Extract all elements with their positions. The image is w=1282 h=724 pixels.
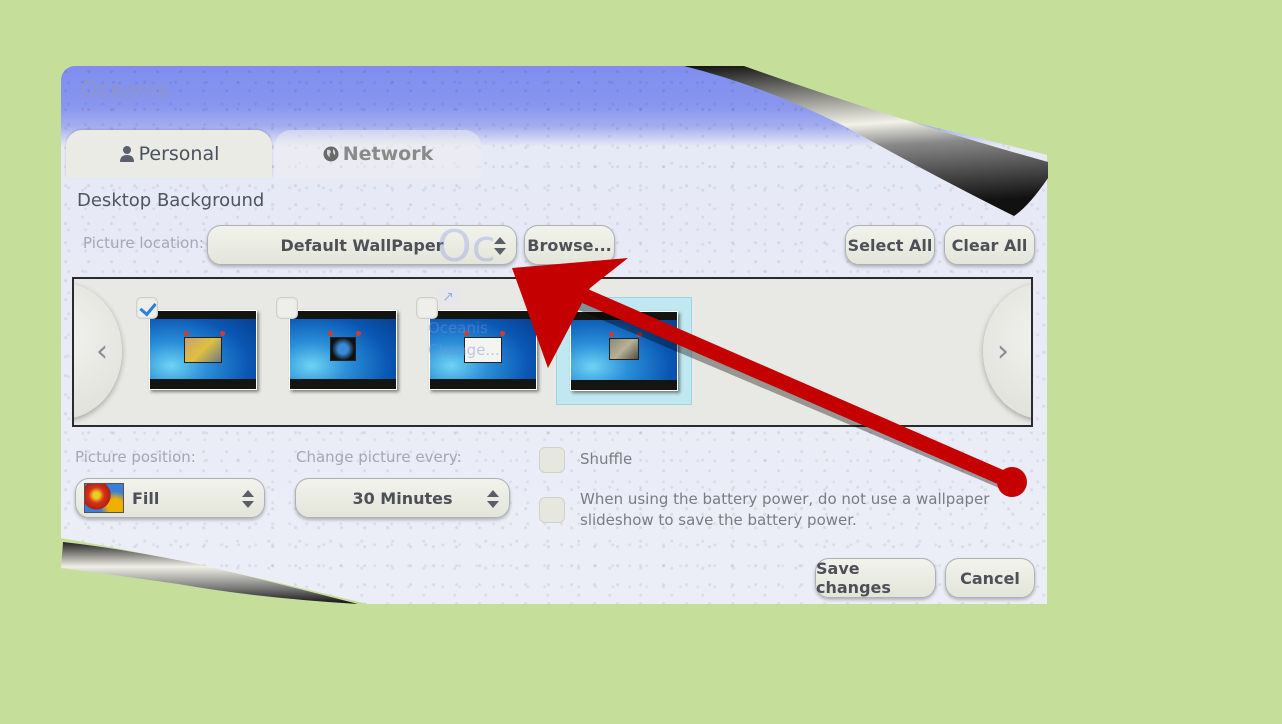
wallpaper-thumbnail[interactable]	[276, 297, 412, 405]
chevron-right-icon: ›	[997, 333, 1009, 369]
change-interval-value: 30 Minutes	[352, 488, 453, 508]
gallery-prev-button[interactable]: ‹	[74, 283, 122, 419]
ghost-label: Oceanis Change...	[428, 319, 500, 359]
change-interval-dropdown[interactable]: 30 Minutes	[295, 478, 510, 518]
save-changes-button[interactable]: Save changes	[815, 558, 936, 598]
wallpaper-thumbnail[interactable]: ↗ Oceanis Change...	[416, 287, 552, 405]
browse-button[interactable]: Browse...	[524, 225, 615, 265]
battery-label: When using the battery power, do not use…	[580, 490, 990, 529]
fill-thumbnail-icon	[84, 483, 124, 513]
updown-icon	[487, 490, 499, 508]
shortcut-arrow-icon: ↗	[438, 287, 458, 307]
chevron-left-icon: ‹	[96, 333, 108, 369]
picture-position-dropdown[interactable]: Fill	[75, 478, 265, 518]
updown-icon	[242, 490, 254, 508]
wallpaper-checkbox[interactable]	[276, 297, 298, 319]
cancel-label: Cancel	[960, 568, 1020, 588]
tab-network-label: Network	[342, 143, 434, 165]
tab-personal-label: Personal	[138, 143, 220, 165]
person-icon	[119, 146, 134, 162]
wallpaper-image	[570, 311, 678, 391]
gallery-next-button[interactable]: ›	[983, 283, 1031, 419]
battery-checkbox[interactable]	[539, 497, 565, 523]
select-all-button[interactable]: Select All	[845, 225, 935, 265]
wallpaper-checkbox[interactable]	[416, 297, 438, 319]
select-all-label: Select All	[847, 235, 933, 255]
wallpaper-gallery: ‹ ↗ Oceanis Change... ›	[72, 277, 1033, 427]
save-changes-label: Save changes	[816, 559, 891, 597]
ghost-app-icon: Oc	[437, 221, 496, 272]
browse-button-label: Browse...	[527, 235, 612, 255]
change-interval-label: Change picture every:	[296, 448, 462, 466]
section-title: Desktop Background	[77, 190, 265, 211]
wallpaper-thumbnail[interactable]	[136, 297, 272, 405]
wallpaper-image	[149, 310, 257, 390]
clear-all-button[interactable]: Clear All	[944, 225, 1035, 265]
cancel-button[interactable]: Cancel	[945, 558, 1035, 598]
shuffle-checkbox[interactable]	[539, 447, 565, 473]
clear-all-label: Clear All	[951, 235, 1028, 255]
picture-position-label: Picture position:	[75, 448, 196, 466]
picture-position-value: Fill	[132, 488, 160, 508]
wallpaper-checkbox[interactable]	[136, 297, 158, 319]
picture-location-value: Default WallPaper	[280, 235, 444, 255]
picture-location-label: Picture location:	[83, 234, 204, 252]
globe-icon	[323, 146, 339, 162]
tab-personal[interactable]: Personal	[66, 130, 272, 178]
tab-network[interactable]: Network	[275, 130, 481, 178]
wallpaper-image	[289, 310, 397, 390]
oceanis-window: Oceanis Personal Network Desktop Backgro…	[61, 66, 1047, 604]
wallpaper-inner-photo	[184, 337, 222, 363]
wallpaper-inner-photo	[609, 338, 639, 360]
shuffle-label: Shuffle	[580, 450, 633, 468]
wallpaper-thumbnail-selected[interactable]	[556, 297, 692, 405]
app-title: Oceanis	[81, 78, 169, 103]
wallpaper-inner-photo	[330, 337, 356, 361]
